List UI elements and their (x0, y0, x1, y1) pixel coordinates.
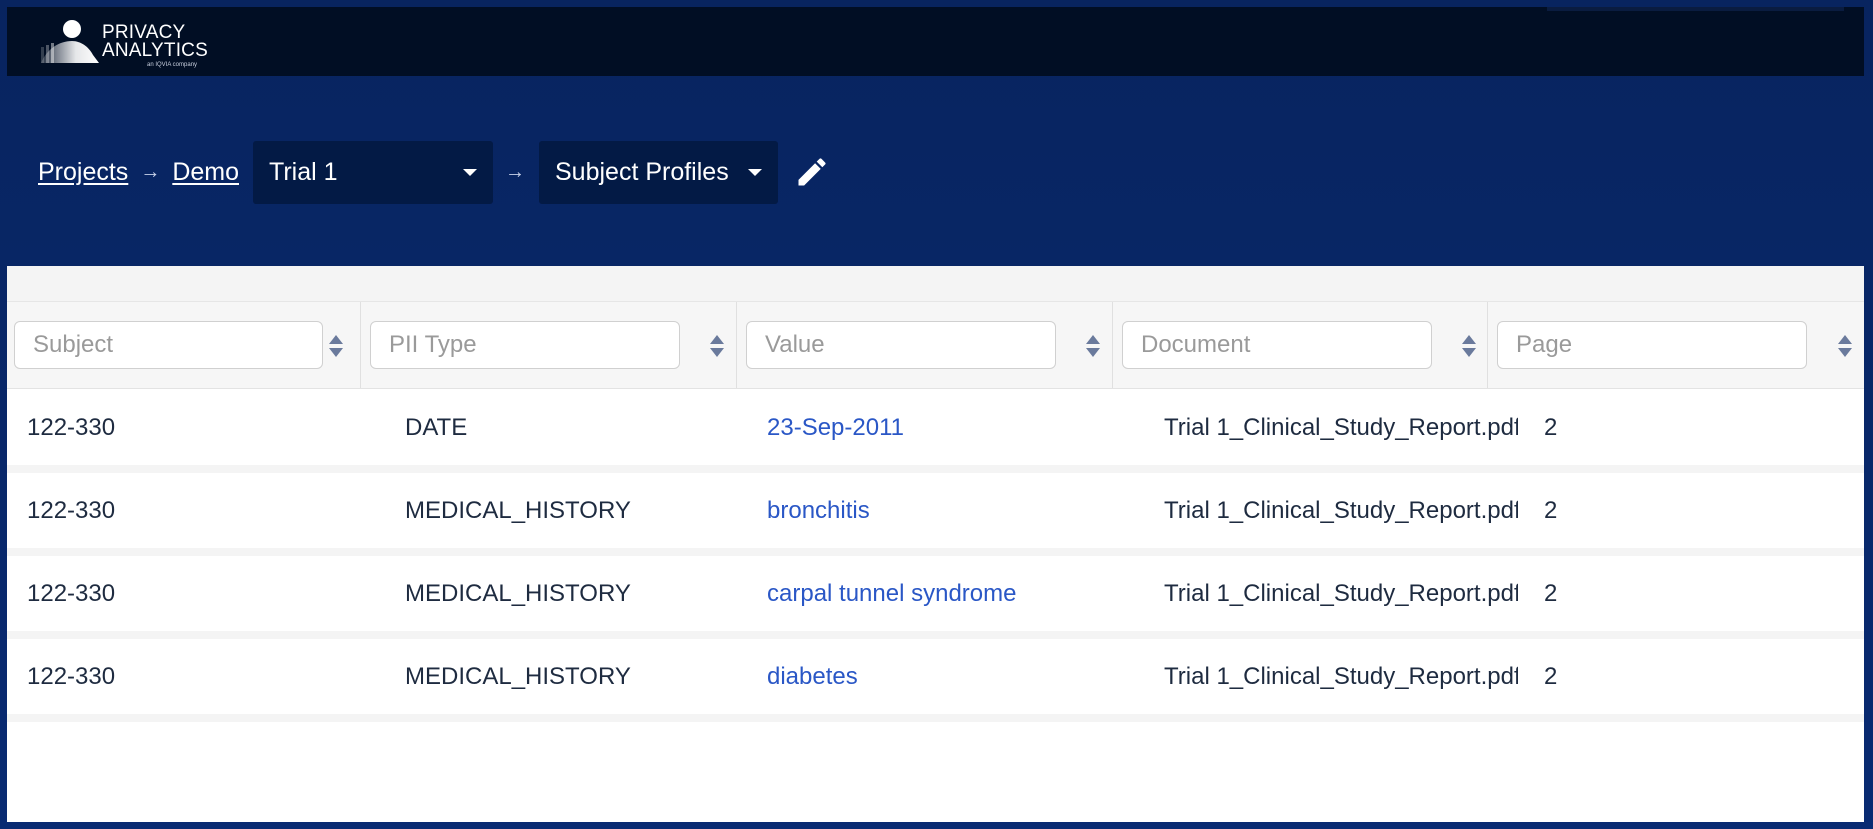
sort-icon[interactable] (1836, 332, 1854, 360)
table-row[interactable]: 122-330 MEDICAL_HISTORY carpal tunnel sy… (7, 556, 1864, 631)
page-cell: 2 (1544, 663, 1558, 690)
filter-cell-subject (7, 302, 361, 388)
brand-logo[interactable]: PRIVACY ANALYTICS an IQVIA company (39, 17, 219, 69)
row-divider (7, 548, 1864, 556)
row-divider (7, 631, 1864, 639)
pii-type-cell: MEDICAL_HISTORY (405, 497, 631, 524)
value-link[interactable]: bronchitis (767, 473, 1087, 548)
subject-cell: 122-330 (27, 414, 116, 441)
filter-cell-page (1488, 302, 1864, 388)
breadcrumb-arrow-icon: → (140, 160, 161, 183)
logo-mark-icon (41, 20, 99, 63)
chevron-down-icon (748, 168, 762, 176)
sort-icon[interactable] (708, 332, 726, 360)
top-bar: PRIVACY ANALYTICS an IQVIA company (7, 7, 1864, 76)
pencil-icon[interactable] (794, 154, 830, 190)
trial-select[interactable]: Trial 1 (253, 140, 493, 204)
table-toolbar (7, 266, 1864, 302)
pii-type-filter-input[interactable] (370, 321, 680, 369)
view-select-value: Subject Profiles (555, 157, 729, 186)
filter-cell-document (1113, 302, 1488, 388)
breadcrumb: Projects → Demo Trial 1 → Subject Profil… (38, 140, 830, 204)
view-select[interactable]: Subject Profiles (539, 140, 778, 204)
sort-icon[interactable] (1084, 332, 1102, 360)
breadcrumb-demo-link[interactable]: Demo (172, 158, 239, 187)
page-cell: 2 (1544, 414, 1558, 441)
subject-cell: 122-330 (27, 580, 116, 607)
pii-type-cell: MEDICAL_HISTORY (405, 663, 631, 690)
filter-cell-pii-type (361, 302, 737, 388)
table-row[interactable]: 122-330 MEDICAL_HISTORY bronchitis Trial… (7, 473, 1864, 548)
page-cell: 2 (1544, 497, 1558, 524)
sort-icon[interactable] (327, 332, 345, 360)
brand-line-2: ANALYTICS (102, 40, 208, 61)
top-bar-accent (1547, 7, 1844, 11)
sort-icon[interactable] (1460, 332, 1478, 360)
table-row[interactable]: 122-330 DATE 23-Sep-2011 Trial 1_Clinica… (7, 390, 1864, 465)
document-cell: Trial 1_Clinical_Study_Report.pdf (1164, 414, 1518, 441)
page-cell: 2 (1544, 580, 1558, 607)
subject-cell: 122-330 (27, 663, 116, 690)
row-divider (7, 714, 1864, 722)
table-row[interactable]: 122-330 MEDICAL_HISTORY diabetes Trial 1… (7, 639, 1864, 714)
document-filter-input[interactable] (1122, 321, 1432, 369)
pii-type-cell: MEDICAL_HISTORY (405, 580, 631, 607)
value-link[interactable]: 23-Sep-2011 (767, 390, 1087, 465)
filter-cell-value (737, 302, 1113, 388)
breadcrumb-arrow-icon: → (505, 160, 525, 183)
subject-cell: 122-330 (27, 497, 116, 524)
chevron-down-icon (463, 168, 477, 176)
value-filter-input[interactable] (746, 321, 1056, 369)
page-filter-input[interactable] (1497, 321, 1807, 369)
results-table: 122-330 DATE 23-Sep-2011 Trial 1_Clinica… (7, 266, 1864, 822)
document-cell: Trial 1_Clinical_Study_Report.pdf (1164, 663, 1518, 690)
value-link[interactable]: carpal tunnel syndrome (767, 556, 1107, 631)
document-cell: Trial 1_Clinical_Study_Report.pdf (1164, 580, 1518, 607)
value-link[interactable]: diabetes (767, 639, 1087, 714)
app-frame: PRIVACY ANALYTICS an IQVIA company Proje… (0, 0, 1873, 829)
document-cell: Trial 1_Clinical_Study_Report.pdf (1164, 497, 1518, 524)
brand-tagline: an IQVIA company (147, 62, 198, 68)
row-divider (7, 465, 1864, 473)
pii-type-cell: DATE (405, 414, 468, 441)
filter-row (7, 302, 1864, 389)
breadcrumb-projects-link[interactable]: Projects (38, 158, 128, 187)
subject-filter-input[interactable] (14, 321, 323, 369)
trial-select-value: Trial 1 (269, 157, 338, 186)
